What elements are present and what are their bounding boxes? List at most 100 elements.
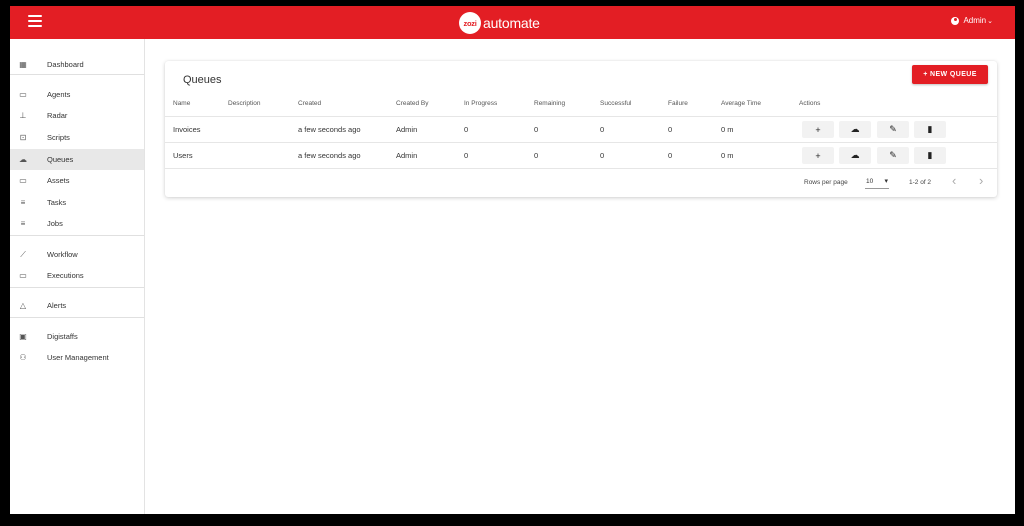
- column-header-remaining[interactable]: Remaining: [534, 100, 565, 107]
- user-menu[interactable]: Admin ⌄: [951, 16, 993, 25]
- cell-name[interactable]: Invoices: [173, 125, 201, 134]
- sidebar-item-scripts[interactable]: ⊡ Scripts: [10, 127, 144, 148]
- next-page-icon[interactable]: ›: [979, 173, 983, 188]
- sidebar-divider: [10, 235, 144, 236]
- table-divider: [165, 142, 997, 143]
- user-label: Admin: [963, 16, 987, 25]
- add-button[interactable]: +: [802, 147, 834, 164]
- upload-button[interactable]: ☁: [839, 147, 871, 164]
- executions-icon: ▭: [19, 270, 27, 280]
- cell-created-by: Admin: [396, 151, 418, 160]
- workflow-icon: ⟋: [20, 249, 26, 259]
- sidebar-item-queues[interactable]: ☁ Queues: [10, 149, 144, 170]
- assets-icon: ▭: [19, 175, 27, 185]
- edit-icon: ✎: [889, 124, 897, 134]
- cell-average-time: 0 m: [721, 125, 734, 134]
- edit-button[interactable]: ✎: [877, 121, 909, 138]
- sidebar-divider: [10, 287, 144, 288]
- table-divider: [165, 116, 997, 117]
- sidebar-item-label: Alerts: [47, 301, 67, 310]
- edit-icon: ✎: [889, 150, 897, 160]
- sidebar-item-label: Tasks: [47, 198, 67, 207]
- column-header-actions: Actions: [799, 100, 821, 107]
- menu-icon[interactable]: [28, 15, 42, 27]
- column-header-created-by[interactable]: Created By: [396, 100, 429, 107]
- sidebar-item-user-management[interactable]: ⚇ User Management: [10, 347, 144, 368]
- sidebar-item-executions[interactable]: ▭ Executions: [10, 265, 144, 286]
- users-icon: ⚇: [19, 352, 27, 362]
- column-header-successful[interactable]: Successful: [600, 100, 631, 107]
- sidebar-item-label: Agents: [47, 90, 71, 99]
- cell-in-progress: 0: [464, 125, 469, 134]
- pagination-range: 1-2 of 2: [909, 179, 932, 186]
- cell-created: a few seconds ago: [298, 125, 361, 134]
- sidebar-divider: [10, 74, 144, 75]
- cell-successful: 0: [600, 151, 605, 160]
- top-bar: zozi automate Admin ⌄: [10, 6, 1015, 39]
- sidebar-item-radar[interactable]: ⊥ Radar: [10, 105, 144, 126]
- add-icon: +: [815, 124, 821, 135]
- page-title: Queues: [183, 74, 222, 86]
- column-header-name[interactable]: Name: [173, 100, 190, 107]
- sidebar-item-label: User Management: [47, 353, 109, 362]
- upload-button[interactable]: ☁: [839, 121, 871, 138]
- column-header-average-time[interactable]: Average Time: [721, 100, 761, 107]
- sidebar-item-assets[interactable]: ▭ Assets: [10, 170, 144, 191]
- table-divider: [165, 168, 997, 169]
- delete-button[interactable]: ▮: [914, 121, 946, 138]
- user-account-icon: [951, 16, 960, 25]
- cell-failure: 0: [668, 125, 673, 134]
- chevron-down-icon: ⌄: [987, 17, 993, 25]
- delete-icon: ▮: [927, 150, 933, 160]
- cell-failure: 0: [668, 151, 673, 160]
- cell-created-by: Admin: [396, 125, 418, 134]
- sidebar-item-tasks[interactable]: ≡ Tasks: [10, 192, 144, 213]
- radar-icon: ⊥: [19, 110, 27, 120]
- cell-created: a few seconds ago: [298, 151, 361, 160]
- jobs-icon: ≡: [20, 218, 26, 228]
- sidebar-item-label: Dashboard: [47, 60, 84, 69]
- edit-button[interactable]: ✎: [877, 147, 909, 164]
- rows-per-page-select[interactable]: 10 ▾: [865, 176, 889, 189]
- sidebar-item-label: Scripts: [47, 133, 70, 142]
- scripts-icon: ⊡: [19, 132, 27, 142]
- rows-per-page-label: Rows per page: [804, 179, 848, 186]
- delete-icon: ▮: [927, 124, 933, 134]
- sidebar-item-alerts[interactable]: △ Alerts: [10, 295, 144, 316]
- sidebar-item-agents[interactable]: ▭ Agents: [10, 84, 144, 105]
- robot-icon: ▣: [19, 331, 27, 341]
- sidebar-item-jobs[interactable]: ≡ Jobs: [10, 213, 144, 234]
- queues-card: Queues + NEW QUEUE Name Description Crea…: [165, 61, 997, 197]
- cloud-upload-icon: ☁: [850, 150, 860, 160]
- sidebar-item-label: Digistaffs: [47, 332, 78, 341]
- brand-name: automate: [483, 15, 540, 31]
- bell-icon: △: [19, 300, 27, 310]
- cell-name[interactable]: Users: [173, 151, 193, 160]
- sidebar: ▦ Dashboard ▭ Agents ⊥ Radar ⊡ Scripts ☁…: [10, 39, 145, 514]
- dashboard-icon: ▦: [19, 59, 27, 69]
- column-header-in-progress[interactable]: In Progress: [464, 100, 497, 107]
- column-header-description[interactable]: Description: [228, 100, 261, 107]
- sidebar-item-digistaffs[interactable]: ▣ Digistaffs: [10, 326, 144, 347]
- laptop-icon: ▭: [19, 89, 27, 99]
- dropdown-arrow-icon: ▾: [884, 178, 888, 185]
- sidebar-item-label: Queues: [47, 155, 74, 164]
- column-header-failure[interactable]: Failure: [668, 100, 688, 107]
- new-queue-button[interactable]: + NEW QUEUE: [912, 65, 988, 84]
- add-button[interactable]: +: [802, 121, 834, 138]
- rows-per-page-value: 10: [866, 178, 874, 185]
- sidebar-item-workflow[interactable]: ⟋ Workflow: [10, 244, 144, 265]
- cell-remaining: 0: [534, 125, 539, 134]
- brand-mark: zozi: [459, 12, 481, 34]
- sidebar-item-dashboard[interactable]: ▦ Dashboard: [10, 54, 144, 75]
- sidebar-item-label: Radar: [47, 111, 68, 120]
- cell-average-time: 0 m: [721, 151, 734, 160]
- brand-logo[interactable]: zozi automate: [459, 12, 540, 34]
- sidebar-item-label: Jobs: [47, 219, 63, 228]
- sidebar-item-label: Executions: [47, 271, 84, 280]
- delete-button[interactable]: ▮: [914, 147, 946, 164]
- sidebar-item-label: Workflow: [47, 250, 78, 259]
- column-header-created[interactable]: Created: [298, 100, 321, 107]
- tasks-icon: ≡: [20, 197, 26, 207]
- previous-page-icon[interactable]: ‹: [952, 173, 956, 188]
